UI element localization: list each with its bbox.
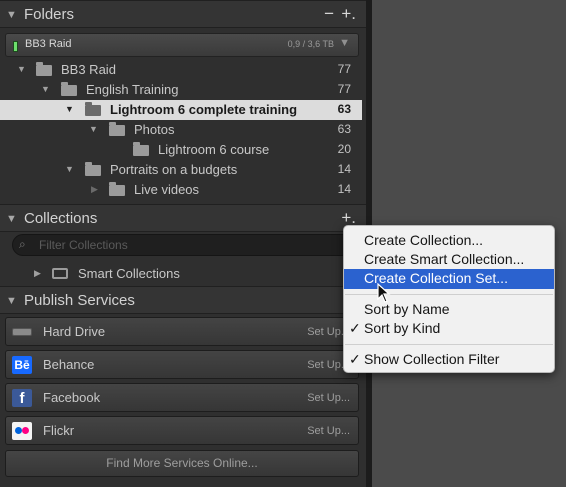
menu-item-label: Create Smart Collection... xyxy=(364,251,525,267)
folders-header[interactable]: ▼ Folders − +. xyxy=(0,0,366,28)
setup-link[interactable]: Set Up... xyxy=(307,425,350,437)
folder-icon xyxy=(36,62,52,76)
folder-row[interactable]: Lightroom 6 course 20 xyxy=(0,140,362,160)
folder-row[interactable]: ▶ Live videos 14 xyxy=(0,180,362,200)
remove-folder-button[interactable]: − xyxy=(324,4,334,24)
menu-item-label: Sort by Kind xyxy=(364,320,441,336)
menu-item-show-collection-filter[interactable]: ✓ Show Collection Filter xyxy=(344,350,554,370)
folder-label: Photos xyxy=(134,122,175,137)
folder-count: 20 xyxy=(337,142,351,156)
flickr-icon xyxy=(12,422,32,440)
service-name: Hard Drive xyxy=(43,324,106,339)
folder-count: 77 xyxy=(337,82,351,96)
collections-header[interactable]: ▼ Collections +. xyxy=(0,204,366,232)
menu-separator xyxy=(345,344,553,345)
collapse-triangle-icon[interactable]: ▼ xyxy=(6,213,17,225)
publish-services-title: Publish Services xyxy=(24,292,135,309)
collapse-triangle-icon[interactable]: ▼ xyxy=(6,295,17,307)
smart-collections-row[interactable]: ▶ Smart Collections xyxy=(0,264,362,284)
folder-count: 14 xyxy=(337,162,351,176)
folder-row-selected[interactable]: ▼ Lightroom 6 complete training 63 xyxy=(0,100,362,120)
folder-count: 14 xyxy=(337,182,351,196)
folder-row[interactable]: ▼ Photos 63 xyxy=(0,120,362,140)
setup-link[interactable]: Set Up... xyxy=(307,392,350,404)
folder-icon xyxy=(109,182,125,196)
expand-triangle-icon[interactable]: ▼ xyxy=(89,124,98,134)
expand-triangle-icon[interactable]: ▼ xyxy=(17,64,26,74)
expand-triangle-icon[interactable]: ▼ xyxy=(65,104,74,114)
service-flickr[interactable]: Flickr Set Up... xyxy=(5,416,359,445)
folder-label: Live videos xyxy=(134,182,200,197)
filter-placeholder: Filter Collections xyxy=(39,238,128,252)
service-hard-drive[interactable]: Hard Drive Set Up... xyxy=(5,317,359,346)
volume-size: 0,9 / 3,6 TB xyxy=(287,39,334,49)
folder-count: 63 xyxy=(337,102,351,116)
folder-icon xyxy=(85,102,101,116)
checkmark-icon: ✓ xyxy=(349,351,361,367)
folder-icon xyxy=(61,82,77,96)
menu-item-label: Sort by Name xyxy=(364,301,450,317)
collections-context-menu: Create Collection... Create Smart Collec… xyxy=(343,225,555,373)
mouse-cursor-icon xyxy=(377,283,391,303)
folder-icon xyxy=(133,142,149,156)
search-icon: ⌕ xyxy=(19,237,26,251)
smart-collections-label: Smart Collections xyxy=(78,266,180,281)
expand-triangle-icon[interactable]: ▼ xyxy=(65,164,74,174)
folder-icon xyxy=(109,122,125,136)
menu-item-sort-by-kind[interactable]: ✓ Sort by Kind xyxy=(344,319,554,339)
service-facebook[interactable]: f Facebook Set Up... xyxy=(5,383,359,412)
hard-drive-icon xyxy=(12,328,32,336)
folder-label: Portraits on a budgets xyxy=(110,162,238,177)
publish-services-header[interactable]: ▼ Publish Services xyxy=(0,286,366,314)
volume-status-icon xyxy=(13,41,18,52)
service-name: Behance xyxy=(43,357,95,372)
menu-item-create-collection-set[interactable]: Create Collection Set... xyxy=(344,269,554,289)
facebook-icon: f xyxy=(12,389,32,407)
menu-item-label: Create Collection... xyxy=(364,232,484,248)
folder-label: BB3 Raid xyxy=(61,62,116,77)
folder-row[interactable]: ▼ BB3 Raid 77 xyxy=(0,60,362,80)
menu-item-label: Show Collection Filter xyxy=(364,351,500,367)
collapse-triangle-icon[interactable]: ▼ xyxy=(6,9,17,21)
collections-title: Collections xyxy=(24,210,98,227)
folder-label: Lightroom 6 complete training xyxy=(110,102,298,117)
folder-row[interactable]: ▼ Portraits on a budgets 14 xyxy=(0,160,362,180)
behance-icon: Bē xyxy=(12,356,32,374)
folders-title: Folders xyxy=(24,6,75,23)
service-name: Flickr xyxy=(43,423,75,438)
folder-icon xyxy=(85,162,101,176)
collapsed-triangle-icon[interactable]: ▶ xyxy=(34,268,41,279)
folder-count: 63 xyxy=(337,122,351,136)
checkmark-icon: ✓ xyxy=(349,320,361,336)
volume-name: BB3 Raid xyxy=(25,38,72,50)
service-name: Facebook xyxy=(43,390,101,405)
folder-row[interactable]: ▼ English Training 77 xyxy=(0,80,362,100)
menu-item-create-collection[interactable]: Create Collection... xyxy=(344,231,554,251)
filter-collections-input[interactable]: ⌕ Filter Collections xyxy=(12,234,358,256)
find-more-services-button[interactable]: Find More Services Online... xyxy=(5,450,359,477)
volume-menu-icon[interactable]: ▼ xyxy=(339,37,350,49)
collapsed-triangle-icon[interactable]: ▶ xyxy=(91,184,98,195)
folder-label: English Training xyxy=(86,82,179,97)
smart-collection-icon xyxy=(52,268,68,279)
volume-bar[interactable]: BB3 Raid 0,9 / 3,6 TB ▼ xyxy=(5,33,359,57)
service-behance[interactable]: Bē Behance Set Up... xyxy=(5,350,359,379)
folder-count: 77 xyxy=(337,62,351,76)
folder-label: Lightroom 6 course xyxy=(158,142,270,157)
add-folder-button[interactable]: +. xyxy=(341,4,356,24)
menu-item-create-smart-collection[interactable]: Create Smart Collection... xyxy=(344,250,554,270)
menu-item-sort-by-name[interactable]: Sort by Name xyxy=(344,300,554,320)
expand-triangle-icon[interactable]: ▼ xyxy=(41,84,50,94)
